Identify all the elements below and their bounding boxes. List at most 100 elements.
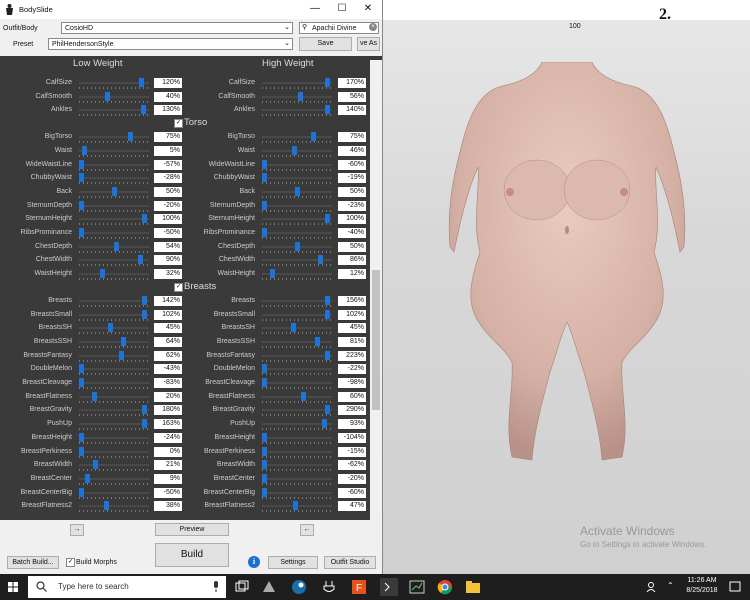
slider-thumb-low[interactable]: [79, 159, 84, 169]
save-preset-button[interactable]: Save: [299, 37, 352, 51]
preview-pane[interactable]: 2. 100 Activate Windows Go to Settings t…: [382, 0, 750, 574]
slider-thumb-high[interactable]: [322, 419, 328, 429]
slider-thumb-high[interactable]: [262, 159, 267, 169]
slider-value-high[interactable]: -104%: [338, 432, 366, 443]
slider-value-low[interactable]: 5%: [154, 145, 182, 156]
slider-value-high[interactable]: 290%: [338, 405, 366, 416]
slider-value-low[interactable]: -24%: [154, 432, 182, 443]
slider-track-high[interactable]: [262, 491, 332, 494]
slider-track-low[interactable]: [79, 423, 149, 426]
slider-thumb-low[interactable]: [142, 419, 148, 429]
slider-track-low[interactable]: [79, 95, 149, 98]
slider-value-low[interactable]: 180%: [154, 405, 182, 416]
slider-value-low[interactable]: 20%: [154, 391, 182, 402]
slider-thumb-high[interactable]: [294, 241, 300, 251]
settings-button[interactable]: Settings: [268, 556, 318, 569]
slider-thumb-high[interactable]: [291, 145, 297, 155]
slider-thumb-low[interactable]: [119, 350, 125, 360]
slider-track-high[interactable]: [262, 136, 332, 139]
slider-thumb-low[interactable]: [79, 200, 84, 210]
slider-track-low[interactable]: [79, 368, 149, 371]
info-icon[interactable]: i: [248, 556, 260, 568]
slider-thumb-low[interactable]: [79, 378, 84, 387]
slider-thumb-low[interactable]: [92, 391, 97, 401]
slider-thumb-high[interactable]: [297, 91, 303, 101]
slider-value-low[interactable]: -50%: [154, 228, 182, 238]
slider-value-low[interactable]: -50%: [154, 487, 182, 498]
slider-track-high[interactable]: [262, 340, 332, 343]
slider-value-high[interactable]: 47%: [338, 501, 366, 512]
build-morphs-checkbox[interactable]: ✓: [66, 558, 75, 567]
slider-track-high[interactable]: [262, 232, 332, 234]
category-torso[interactable]: ✓ Torso: [0, 117, 370, 129]
slider-track-low[interactable]: [79, 177, 149, 180]
scrollbar-thumb[interactable]: [372, 270, 380, 410]
slider-track-high[interactable]: [262, 382, 332, 384]
slider-value-high[interactable]: -23%: [338, 200, 366, 211]
slider-thumb-high[interactable]: [262, 446, 267, 456]
chart-app-icon[interactable]: [408, 578, 426, 596]
slider-track-high[interactable]: [262, 354, 332, 357]
slider-track-high[interactable]: [262, 313, 332, 316]
slider-value-high[interactable]: -22%: [338, 364, 366, 375]
slider-value-low[interactable]: 130%: [154, 105, 182, 116]
slider-track-low[interactable]: [79, 109, 149, 112]
slider-value-low[interactable]: 50%: [154, 186, 182, 197]
category-breasts[interactable]: ✓ Breasts: [0, 281, 370, 293]
slider-value-low[interactable]: 120%: [154, 78, 182, 88]
slider-value-low[interactable]: 9%: [154, 473, 182, 484]
slider-thumb-high[interactable]: [262, 228, 267, 237]
slider-thumb-high[interactable]: [325, 405, 331, 415]
slider-thumb-low[interactable]: [111, 186, 117, 196]
slider-list-scrollbar[interactable]: [370, 60, 382, 520]
slider-thumb-low[interactable]: [84, 473, 90, 483]
slider-thumb-low[interactable]: [127, 132, 133, 142]
slider-value-low[interactable]: -83%: [154, 378, 182, 388]
slider-value-low[interactable]: -57%: [154, 159, 182, 170]
slider-track-low[interactable]: [79, 136, 149, 139]
clock-time[interactable]: 11:26 AM: [683, 577, 721, 584]
slider-value-high[interactable]: -19%: [338, 173, 366, 184]
slider-value-high[interactable]: 75%: [338, 132, 366, 143]
slider-track-high[interactable]: [262, 395, 332, 398]
slider-value-high[interactable]: 93%: [338, 419, 366, 430]
task-view-icon[interactable]: [233, 578, 251, 596]
arrow-left-button[interactable]: ←: [300, 524, 314, 536]
slider-thumb-high[interactable]: [262, 173, 267, 183]
slider-thumb-low[interactable]: [137, 255, 143, 265]
slider-value-high[interactable]: 223%: [338, 350, 366, 361]
slider-value-high[interactable]: -15%: [338, 446, 366, 457]
slider-thumb-high[interactable]: [262, 200, 267, 210]
slider-value-high[interactable]: 56%: [338, 91, 366, 102]
slider-thumb-low[interactable]: [82, 145, 88, 155]
slider-value-low[interactable]: 54%: [154, 241, 182, 252]
slider-track-high[interactable]: [262, 327, 332, 330]
slider-value-high[interactable]: 50%: [338, 186, 366, 197]
slider-track-low[interactable]: [79, 436, 149, 439]
slider-value-low[interactable]: -20%: [154, 200, 182, 211]
arrow-right-button[interactable]: →: [70, 524, 84, 536]
slider-track-high[interactable]: [262, 464, 332, 467]
slider-value-low[interactable]: 32%: [154, 269, 182, 280]
slider-thumb-low[interactable]: [92, 460, 98, 470]
slider-track-high[interactable]: [262, 477, 332, 480]
preset-dropdown[interactable]: PhilHendersonStyle ⌄: [48, 38, 293, 50]
slider-thumb-high[interactable]: [262, 378, 267, 387]
slider-thumb-high[interactable]: [262, 460, 267, 470]
slider-track-high[interactable]: [262, 409, 332, 412]
slider-value-high[interactable]: 81%: [338, 336, 366, 347]
slider-thumb-low[interactable]: [120, 336, 126, 346]
slider-value-low[interactable]: 163%: [154, 419, 182, 430]
slider-thumb-high[interactable]: [310, 132, 316, 142]
slider-thumb-low[interactable]: [105, 91, 110, 101]
slider-track-high[interactable]: [262, 436, 332, 439]
slider-track-low[interactable]: [79, 232, 149, 234]
clock-date[interactable]: 8/25/2018: [683, 587, 721, 594]
slider-track-low[interactable]: [79, 273, 149, 276]
slider-value-high[interactable]: -40%: [338, 228, 366, 238]
slider-value-high[interactable]: 102%: [338, 309, 366, 320]
slider-track-high[interactable]: [262, 299, 332, 302]
slider-thumb-low[interactable]: [142, 309, 148, 319]
slider-track-high[interactable]: [262, 368, 332, 371]
slider-thumb-low[interactable]: [114, 241, 120, 251]
